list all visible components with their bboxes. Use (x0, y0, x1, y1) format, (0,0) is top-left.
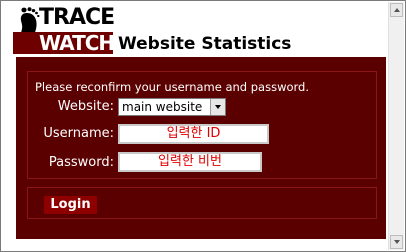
chevron-down-icon (215, 105, 221, 109)
actions-fieldset: Login (27, 187, 377, 219)
scroll-up-arrow-icon (393, 8, 400, 12)
logo-text-watch: WATCH (39, 31, 115, 55)
username-field[interactable]: 입력한 ID (118, 124, 269, 144)
scroll-down-button[interactable] (390, 235, 403, 249)
page-title: Website Statistics (118, 34, 292, 54)
logo-text-trace: TRACE (39, 5, 115, 30)
login-panel: Please reconfirm your username and passw… (16, 57, 386, 239)
vertical-scrollbar[interactable] (388, 2, 404, 250)
scroll-down-arrow-icon (393, 240, 400, 244)
website-select-value: main website (122, 100, 203, 114)
password-field[interactable]: 입력한 비번 (118, 152, 262, 172)
credentials-fieldset: Please reconfirm your username and passw… (27, 71, 377, 179)
browser-frame: TRACE WATCH Website Statistics Please re… (0, 0, 406, 252)
login-button[interactable]: Login (44, 196, 97, 214)
password-label: Password: (48, 155, 114, 170)
tracewatch-logo: TRACE WATCH (9, 5, 115, 55)
website-label: Website: (57, 99, 114, 114)
website-select-button[interactable] (210, 99, 225, 115)
instruction-text: Please reconfirm your username and passw… (35, 80, 310, 94)
scroll-up-button[interactable] (390, 3, 403, 17)
username-label: Username: (43, 126, 114, 141)
website-select[interactable]: main website (118, 98, 226, 116)
